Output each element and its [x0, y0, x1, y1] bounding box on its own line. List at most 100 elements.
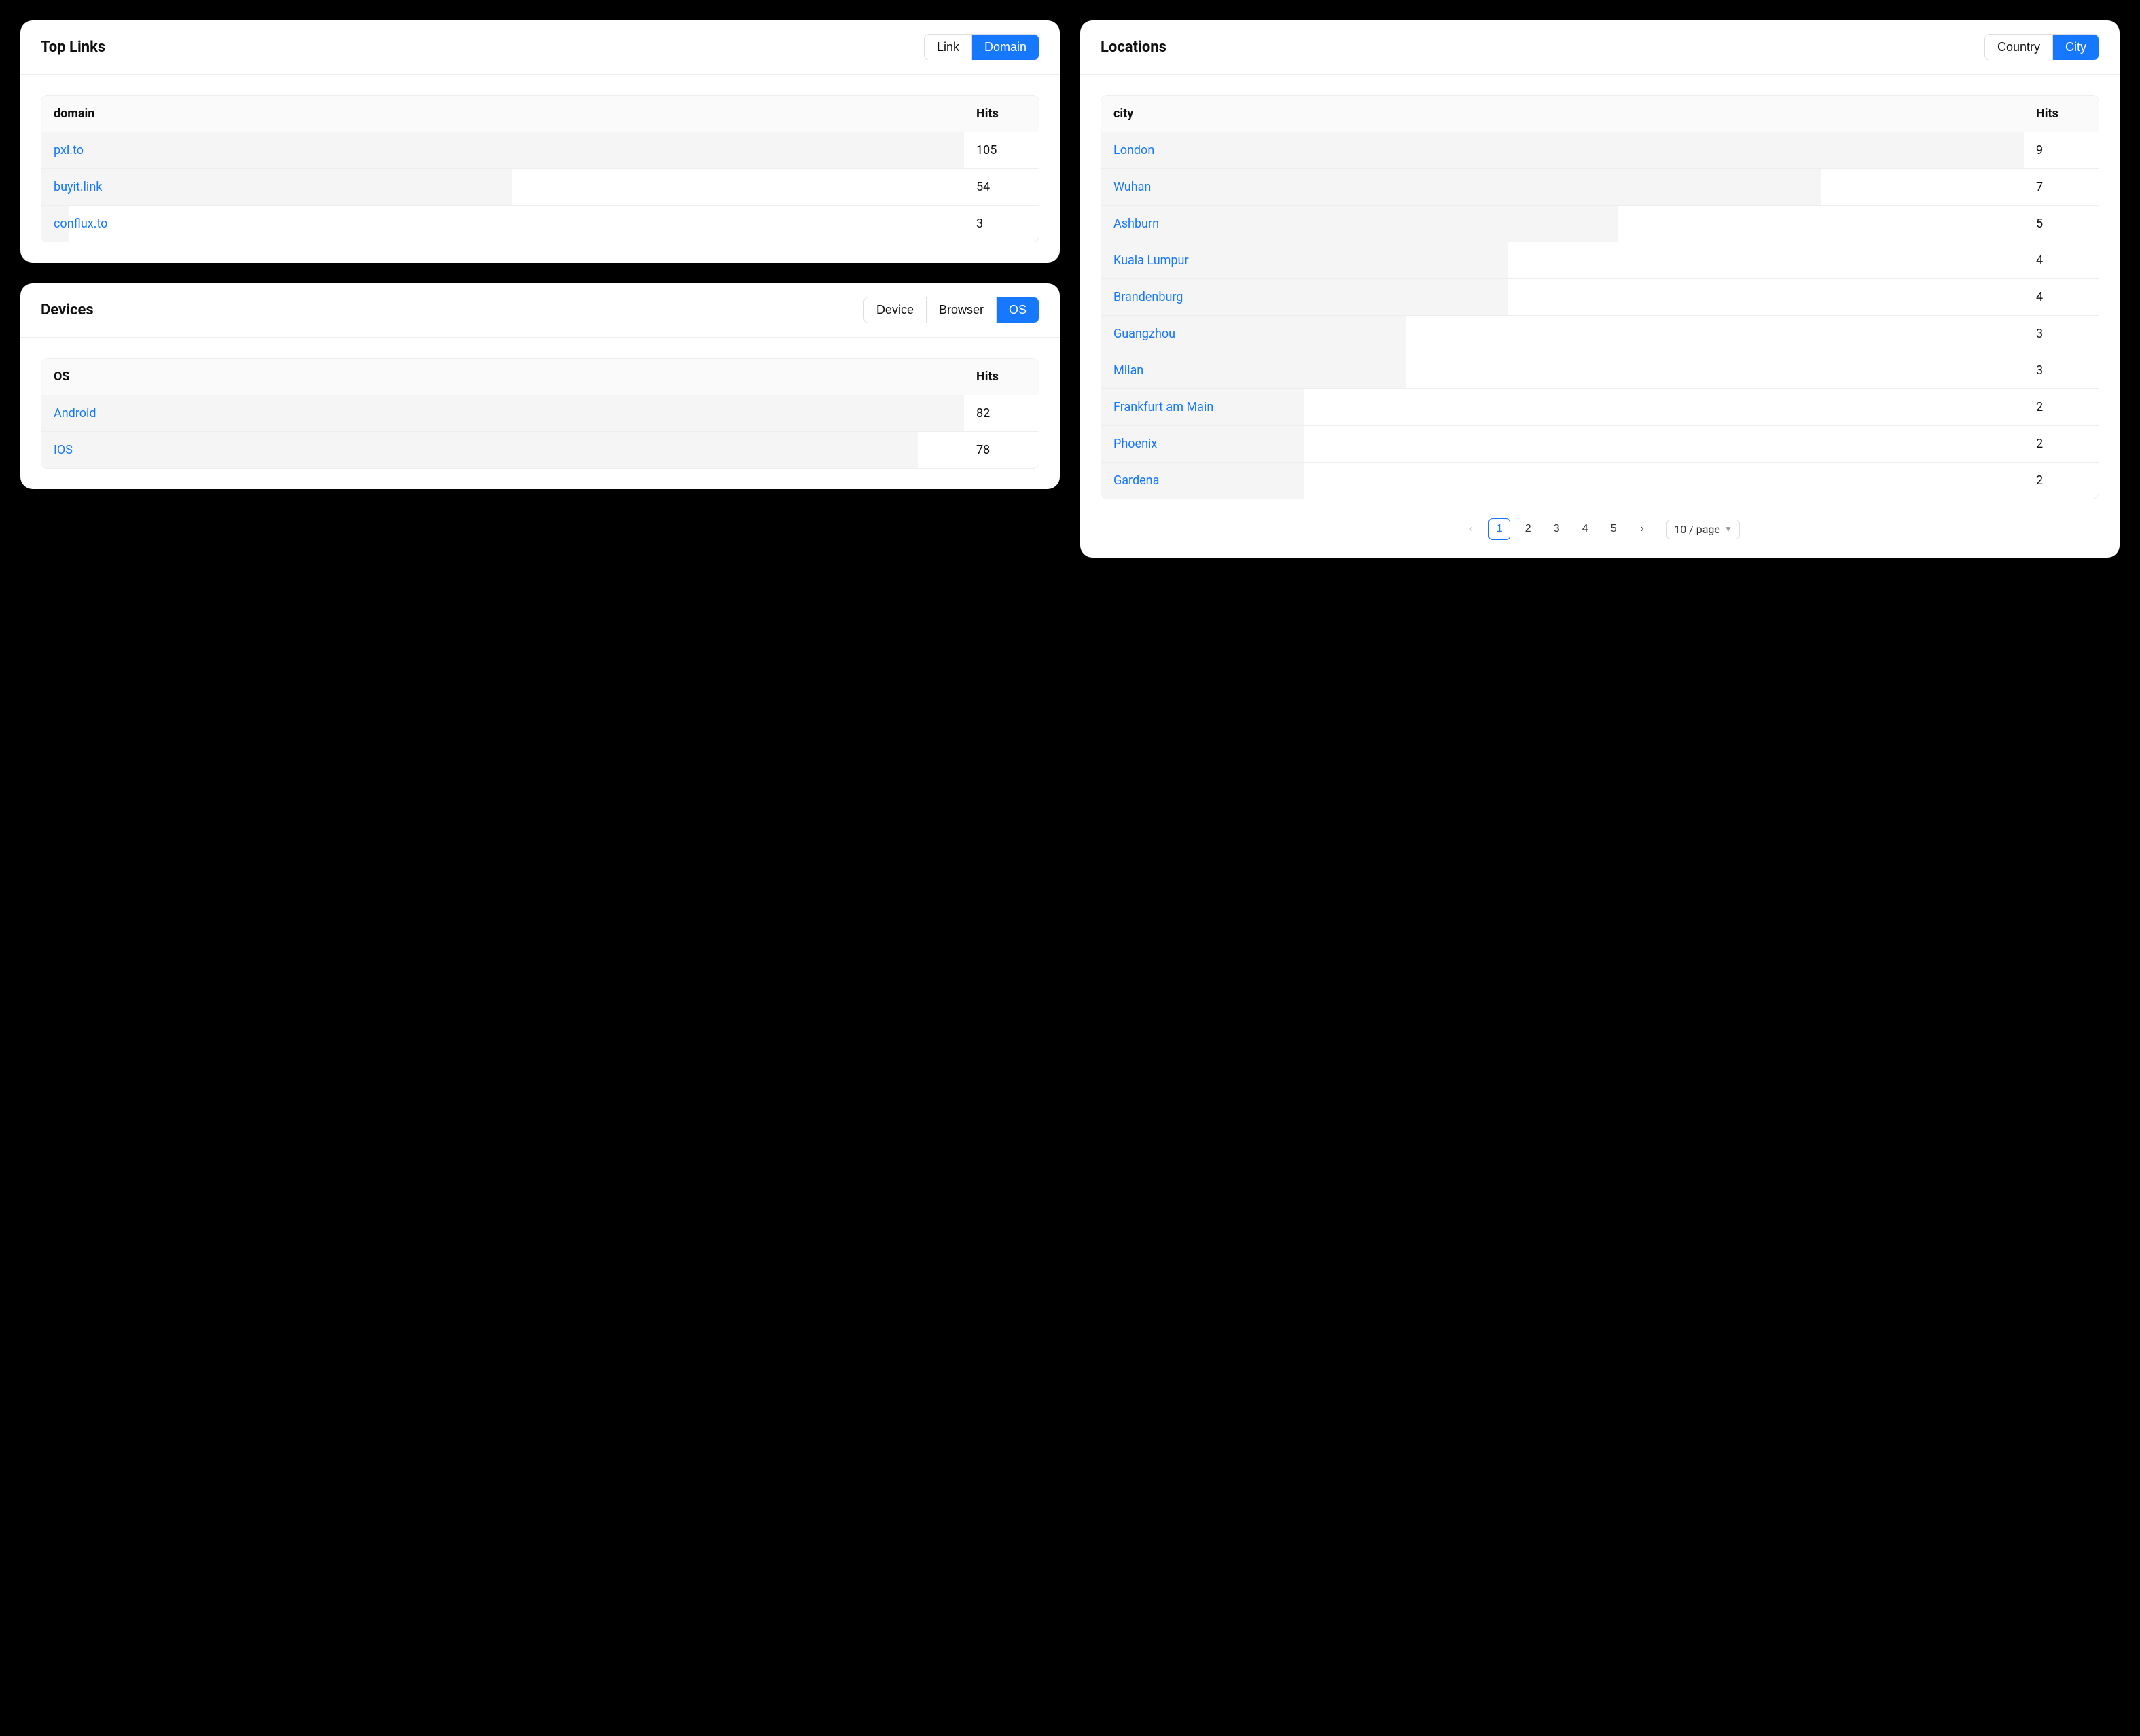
row-link[interactable]: IOS: [41, 432, 964, 468]
row-link[interactable]: Frankfurt am Main: [1101, 389, 2024, 425]
chevron-down-icon: ▼: [1724, 524, 1732, 534]
name-cell: IOS: [41, 432, 964, 468]
page-5[interactable]: 5: [1603, 518, 1624, 540]
hits-cell: 9: [2024, 132, 2099, 169]
top-links-title: Top Links: [41, 39, 105, 56]
row-link[interactable]: Ashburn: [1101, 206, 2024, 242]
locations-tabs: Country City: [1984, 34, 2099, 60]
chevron-right-icon: ›: [1641, 523, 1644, 535]
name-cell: Phoenix: [1101, 426, 2024, 463]
devices-title: Devices: [41, 302, 94, 319]
page-3[interactable]: 3: [1546, 518, 1567, 540]
hits-cell: 2: [2024, 389, 2099, 426]
devices-card: Devices Device Browser OS OS Hits Androi…: [20, 283, 1060, 489]
top-links-tabs: Link Domain: [924, 34, 1039, 60]
table-row: buyit.link54: [41, 169, 1039, 206]
table-row: Brandenburg4: [1101, 279, 2099, 316]
col-hits: Hits: [2024, 96, 2099, 132]
table-row: Guangzhou3: [1101, 316, 2099, 352]
hits-cell: 4: [2024, 279, 2099, 316]
locations-header: Locations Country City: [1080, 20, 2120, 75]
page-next[interactable]: ›: [1631, 518, 1653, 540]
row-link[interactable]: pxl.to: [41, 132, 964, 168]
page-size-select[interactable]: 10 / page ▼: [1666, 520, 1740, 539]
hits-cell: 3: [964, 206, 1039, 242]
row-link[interactable]: London: [1101, 132, 2024, 168]
tab-link[interactable]: Link: [925, 35, 972, 60]
page-size-label: 10 / page: [1674, 523, 1720, 536]
chevron-left-icon: ‹: [1469, 523, 1473, 535]
name-cell: buyit.link: [41, 169, 964, 206]
row-link[interactable]: Brandenburg: [1101, 279, 2024, 315]
table-row: Phoenix2: [1101, 426, 2099, 463]
page-4[interactable]: 4: [1574, 518, 1596, 540]
hits-cell: 4: [2024, 242, 2099, 279]
hits-cell: 2: [2024, 463, 2099, 499]
row-link[interactable]: Kuala Lumpur: [1101, 242, 2024, 278]
table-row: Wuhan7: [1101, 169, 2099, 206]
table-row: London9: [1101, 132, 2099, 169]
table-row: IOS78: [41, 432, 1039, 468]
row-link[interactable]: Phoenix: [1101, 426, 2024, 462]
tab-os[interactable]: OS: [997, 297, 1039, 323]
locations-body: city Hits London9Wuhan7Ashburn5Kuala Lum…: [1080, 75, 2120, 506]
page-prev[interactable]: ‹: [1460, 518, 1482, 540]
col-city: city: [1101, 96, 2024, 132]
locations-title: Locations: [1101, 39, 1166, 56]
name-cell: Guangzhou: [1101, 316, 2024, 352]
col-domain: domain: [41, 96, 964, 132]
row-link[interactable]: Gardena: [1101, 463, 2024, 499]
name-cell: Brandenburg: [1101, 279, 2024, 316]
top-links-body: domain Hits pxl.to105buyit.link54conflux…: [20, 75, 1060, 263]
top-links-table: domain Hits pxl.to105buyit.link54conflux…: [41, 95, 1039, 242]
row-link[interactable]: Guangzhou: [1101, 316, 2024, 352]
hits-cell: 78: [964, 432, 1039, 468]
name-cell: conflux.to: [41, 206, 964, 242]
tab-browser[interactable]: Browser: [927, 297, 997, 323]
name-cell: London: [1101, 132, 2024, 169]
tab-device[interactable]: Device: [864, 297, 927, 323]
table-row: Milan3: [1101, 352, 2099, 389]
name-cell: pxl.to: [41, 132, 964, 169]
locations-table: city Hits London9Wuhan7Ashburn5Kuala Lum…: [1101, 95, 2099, 499]
hits-cell: 54: [964, 169, 1039, 206]
name-cell: Gardena: [1101, 463, 2024, 499]
hits-cell: 7: [2024, 169, 2099, 206]
page-1[interactable]: 1: [1488, 518, 1510, 540]
row-link[interactable]: Wuhan: [1101, 169, 2024, 205]
table-row: Android82: [41, 395, 1039, 432]
row-link[interactable]: conflux.to: [41, 206, 964, 242]
hits-cell: 3: [2024, 352, 2099, 389]
row-link[interactable]: Milan: [1101, 352, 2024, 388]
table-row: conflux.to3: [41, 206, 1039, 242]
table-row: Gardena2: [1101, 463, 2099, 499]
table-row: Frankfurt am Main2: [1101, 389, 2099, 426]
name-cell: Ashburn: [1101, 206, 2024, 242]
devices-header: Devices Device Browser OS: [20, 283, 1060, 338]
devices-tabs: Device Browser OS: [863, 297, 1039, 323]
name-cell: Android: [41, 395, 964, 432]
name-cell: Wuhan: [1101, 169, 2024, 206]
top-links-header: Top Links Link Domain: [20, 20, 1060, 75]
col-hits: Hits: [964, 359, 1039, 395]
name-cell: Kuala Lumpur: [1101, 242, 2024, 279]
hits-cell: 5: [2024, 206, 2099, 242]
name-cell: Milan: [1101, 352, 2024, 389]
hits-cell: 105: [964, 132, 1039, 169]
page-2[interactable]: 2: [1517, 518, 1539, 540]
hits-cell: 2: [2024, 426, 2099, 463]
table-row: Kuala Lumpur4: [1101, 242, 2099, 279]
tab-domain[interactable]: Domain: [972, 35, 1039, 60]
hits-cell: 3: [2024, 316, 2099, 352]
tab-city[interactable]: City: [2053, 35, 2099, 60]
locations-card: Locations Country City city Hits London9…: [1080, 20, 2120, 558]
locations-pagination: ‹ 12345 › 10 / page ▼: [1080, 506, 2120, 558]
row-link[interactable]: buyit.link: [41, 169, 964, 205]
col-os: OS: [41, 359, 964, 395]
name-cell: Frankfurt am Main: [1101, 389, 2024, 426]
row-link[interactable]: Android: [41, 395, 964, 431]
table-row: Ashburn5: [1101, 206, 2099, 242]
table-row: pxl.to105: [41, 132, 1039, 169]
devices-table: OS Hits Android82IOS78: [41, 358, 1039, 469]
tab-country[interactable]: Country: [1985, 35, 2053, 60]
